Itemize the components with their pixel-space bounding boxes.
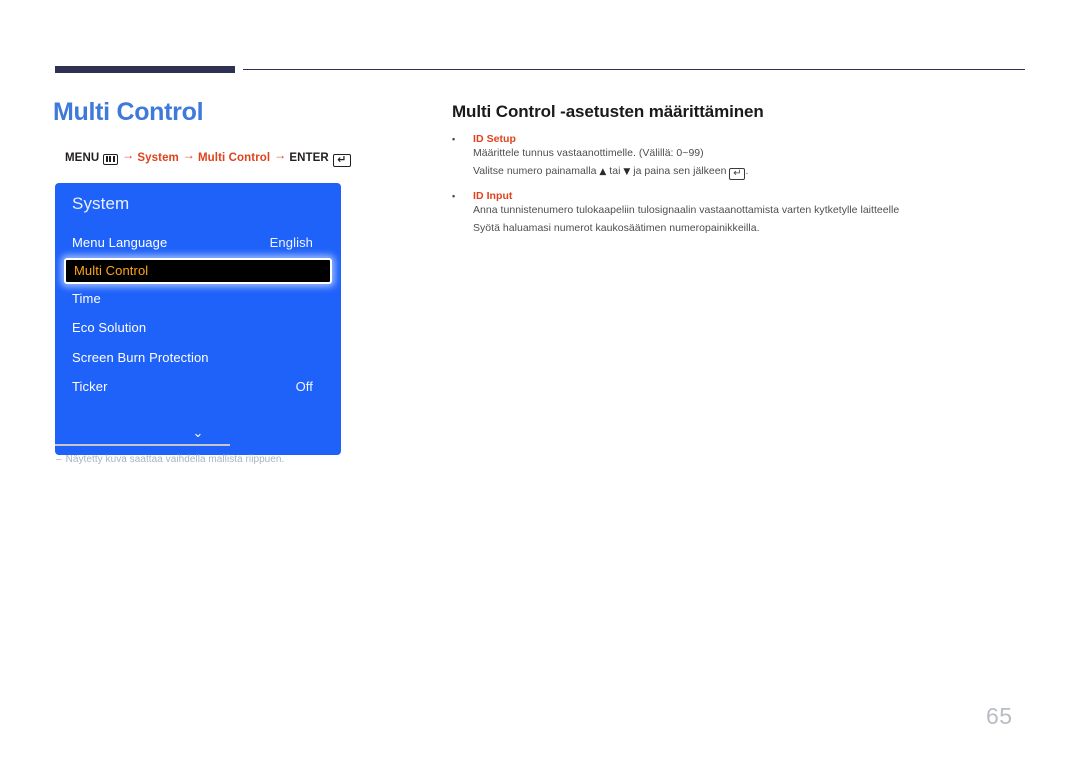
section-title: Multi Control -asetusten määrittäminen [452,102,764,121]
bullet-line: Määrittele tunnus vastaanottimelle. (Väl… [473,147,704,159]
bullet-dot-icon: • [452,191,456,201]
footnote-dash: – [56,454,62,465]
line-text-pre: Valitse numero painamalla [473,164,600,177]
bullet-body: Anna tunnistenumero tulokaapeliin tulosi… [473,202,1012,237]
osd-item-eco-solution[interactable]: Eco Solution [55,313,341,343]
osd-item-label: Multi Control [74,263,149,278]
header-rule-thin [243,69,1025,70]
enter-key-icon: ↵ [332,153,351,167]
bullet-label: ID Setup [473,133,516,145]
osd-item-value: Off [295,379,313,395]
osd-item-value: English [269,235,313,251]
footnote-divider [55,444,230,446]
bullet-label: ID Input [473,190,513,202]
bullet-body: Määrittele tunnus vastaanottimelle. (Väl… [473,145,1012,181]
breadcrumb-menu-label: MENU [65,152,100,164]
breadcrumb-arrow-2: → [182,148,195,162]
chevron-down-icon[interactable]: ⌄ [55,427,341,440]
osd-menu-list: Menu Language English Multi Control Time… [55,228,341,402]
footnote-text: Näytetty kuva saattaa vaihdella mallista… [65,454,285,465]
content-bullet-list: • ID Setup Määrittele tunnus vastaanotti… [452,133,1012,246]
page-title: Multi Control [53,98,204,126]
line-text-post: ja paina sen jälkeen [630,164,730,177]
osd-item-multi-control[interactable]: Multi Control [64,257,332,284]
bullet-dot-icon: • [452,134,456,144]
breadcrumb-enter-label: ENTER [289,152,329,164]
breadcrumb-arrow-3: → [274,148,287,162]
osd-item-label: Eco Solution [72,320,147,336]
osd-item-label: Ticker [72,379,108,395]
bullet-line: Syötä haluamasi numerot kaukosäätimen nu… [473,221,760,234]
osd-item-label: Screen Burn Protection [72,349,209,365]
osd-item-screen-burn-protection[interactable]: Screen Burn Protection [55,343,341,373]
osd-item-menu-language[interactable]: Menu Language English [55,228,341,258]
breadcrumb-step-multi-control: Multi Control [198,152,271,164]
osd-panel-heading: System [72,194,130,213]
bullet-heading: • ID Setup [452,133,1012,145]
footnote: – Näytetty kuva saattaa vaihdella mallist… [56,454,284,465]
menu-grid-icon [103,153,119,165]
osd-item-time[interactable]: Time [55,284,341,314]
page-number: 65 [986,703,1013,729]
breadcrumb: MENU → System → Multi Control → ENTER ↵ [65,148,351,167]
osd-item-ticker[interactable]: Ticker Off [55,372,341,402]
bullet-block-id-input: • ID Input Anna tunnistenumero tulokaape… [452,190,1012,237]
enter-key-icon: ↵ [729,167,746,180]
breadcrumb-step-system: System [137,152,179,164]
bullet-line: Valitse numero painamalla ▲ tai ▼ ja pai… [473,163,1012,182]
header-rule-thick [55,66,235,73]
bullet-block-id-setup: • ID Setup Määrittele tunnus vastaanotti… [452,133,1012,181]
bullet-line: Anna tunnistenumero tulokaapeliin tulosi… [473,204,900,216]
osd-item-label: Menu Language [72,235,168,251]
osd-menu-panel: System Menu Language English Multi Contr… [55,183,341,455]
breadcrumb-arrow-1: → [122,148,135,162]
bullet-heading: • ID Input [452,190,1012,202]
line-text-mid: tai [606,164,624,177]
line-text-tail: . [745,164,749,177]
osd-item-label: Time [72,290,101,306]
